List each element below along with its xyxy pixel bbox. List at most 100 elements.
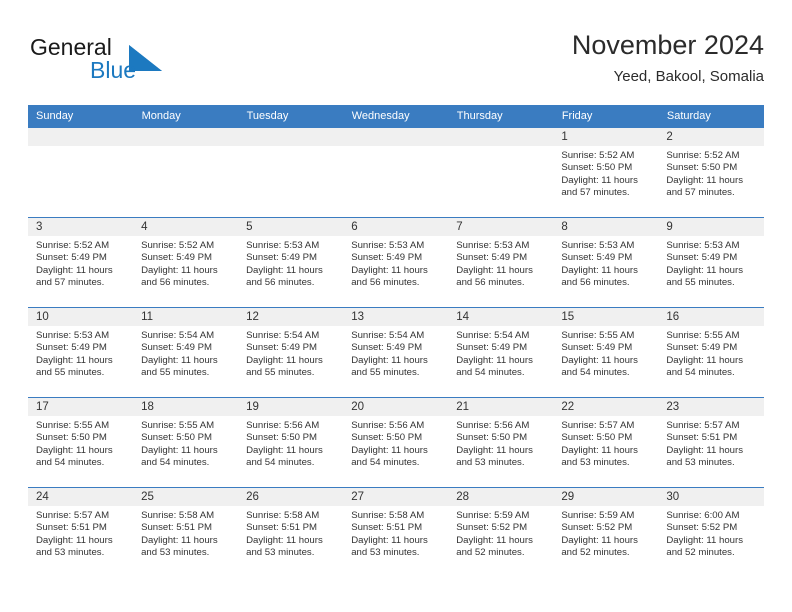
calendar-cell-inner: 16 Sunrise: 5:55 AM Sunset: 5:49 PM Dayligh…: [658, 308, 764, 397]
day-daylight1-text: Daylight: 11 hours: [246, 444, 323, 456]
day-daylight1-text: Daylight: 11 hours: [666, 354, 743, 366]
weekday-header-wednesday: Wednesday: [343, 105, 449, 128]
calendar-day-cell[interactable]: 2 Sunrise: 5:52 AM Sunset: 5:50 PM Daylight…: [658, 127, 764, 218]
calendar-day-cell[interactable]: 10 Sunrise: 5:53 AM Sunset: 5:49 PM Dayligh…: [28, 307, 134, 398]
day-daylight1-text: Daylight: 11 hours: [561, 444, 638, 456]
calendar-day-cell[interactable]: 19 Sunrise: 5:56 AM Sunset: 5:50 PM Dayligh…: [238, 397, 344, 488]
day-details: Sunrise: 5:55 AM Sunset: 5:50 PM Daylight:…: [133, 416, 238, 470]
day-sunset-text: Sunset: 5:52 PM: [456, 522, 528, 534]
calendar-day-cell[interactable]: 16 Sunrise: 5:55 AM Sunset: 5:49 PM Dayligh…: [658, 307, 764, 398]
day-daylight2-text: and 55 minutes.: [666, 277, 735, 289]
calendar-day-cell[interactable]: 17 Sunrise: 5:55 AM Sunset: 5:50 PM Dayligh…: [28, 397, 134, 488]
calendar-day-cell[interactable]: 8 Sunrise: 5:53 AM Sunset: 5:49 PM Daylight…: [553, 217, 659, 308]
day-daylight2-text: and 57 minutes.: [36, 277, 105, 289]
calendar-cell-inner: 19 Sunrise: 5:56 AM Sunset: 5:50 PM Dayligh…: [238, 398, 344, 487]
day-daylight2-text: and 56 minutes.: [561, 277, 630, 289]
day-daylight2-text: and 53 minutes.: [666, 457, 735, 469]
day-daylight2-text: and 55 minutes.: [141, 367, 210, 379]
day-details: Sunrise: 5:53 AM Sunset: 5:49 PM Daylight:…: [28, 326, 133, 380]
day-sunset-text: Sunset: 5:49 PM: [666, 252, 738, 264]
day-sunrise-text: Sunrise: 5:56 AM: [246, 420, 320, 431]
calendar-cell-inner: 13 Sunrise: 5:54 AM Sunset: 5:49 PM Dayligh…: [343, 308, 449, 397]
weekday-header-thursday: Thursday: [448, 105, 554, 128]
calendar-day-cell[interactable]: 20 Sunrise: 5:56 AM Sunset: 5:50 PM Dayligh…: [343, 397, 449, 488]
calendar-day-cell[interactable]: 27 Sunrise: 5:58 AM Sunset: 5:51 PM Dayligh…: [343, 487, 449, 577]
day-number: 25: [133, 488, 239, 506]
day-number: [343, 128, 449, 146]
calendar-day-cell[interactable]: 28 Sunrise: 5:59 AM Sunset: 5:52 PM Dayligh…: [448, 487, 554, 577]
calendar-day-cell[interactable]: 9 Sunrise: 5:53 AM Sunset: 5:49 PM Daylight…: [658, 217, 764, 308]
day-number: 8: [553, 218, 659, 236]
calendar-day-cell[interactable]: 26 Sunrise: 5:58 AM Sunset: 5:51 PM Dayligh…: [238, 487, 344, 577]
day-number: [238, 128, 344, 146]
calendar-cell-inner: 11 Sunrise: 5:54 AM Sunset: 5:49 PM Dayligh…: [133, 308, 239, 397]
calendar-day-cell[interactable]: 11 Sunrise: 5:54 AM Sunset: 5:49 PM Dayligh…: [133, 307, 239, 398]
calendar-grid: Sunday Monday Tuesday Wednesday Thursday…: [28, 105, 765, 577]
calendar-day-cell[interactable]: 29 Sunrise: 5:59 AM Sunset: 5:52 PM Dayligh…: [553, 487, 659, 577]
calendar-day-cell[interactable]: 7 Sunrise: 5:53 AM Sunset: 5:49 PM Daylight…: [448, 217, 554, 308]
day-sunrise-text: Sunrise: 5:55 AM: [36, 420, 110, 431]
day-daylight1-text: Daylight: 11 hours: [246, 264, 323, 276]
day-daylight2-text: and 53 minutes.: [246, 547, 315, 559]
day-number: 29: [553, 488, 659, 506]
day-sunset-text: Sunset: 5:49 PM: [141, 252, 212, 264]
calendar-day-cell[interactable]: 1 Sunrise: 5:52 AM Sunset: 5:50 PM Daylight…: [553, 127, 659, 218]
day-sunrise-text: Sunrise: 5:52 AM: [141, 240, 215, 251]
calendar-day-cell[interactable]: 23 Sunrise: 5:57 AM Sunset: 5:51 PM Dayligh…: [658, 397, 764, 488]
calendar-day-cell[interactable]: 6 Sunrise: 5:53 AM Sunset: 5:49 PM Daylight…: [343, 217, 449, 308]
day-daylight2-text: and 54 minutes.: [36, 457, 105, 469]
day-daylight2-text: and 55 minutes.: [246, 367, 315, 379]
calendar-cell-inner: 24 Sunrise: 5:57 AM Sunset: 5:51 PM Dayligh…: [28, 488, 134, 577]
day-daylight1-text: Daylight: 11 hours: [456, 534, 533, 546]
day-sunrise-text: Sunrise: 5:58 AM: [246, 510, 320, 521]
day-daylight2-text: and 55 minutes.: [36, 367, 105, 379]
day-daylight1-text: Daylight: 11 hours: [141, 534, 218, 546]
calendar-cell-inner: 27 Sunrise: 5:58 AM Sunset: 5:51 PM Dayligh…: [343, 488, 449, 577]
day-daylight1-text: Daylight: 11 hours: [351, 534, 428, 546]
calendar-day-cell[interactable]: 3 Sunrise: 5:52 AM Sunset: 5:49 PM Daylight…: [28, 217, 134, 308]
calendar-day-cell[interactable]: 5 Sunrise: 5:53 AM Sunset: 5:49 PM Daylight…: [238, 217, 344, 308]
day-sunrise-text: Sunrise: 5:59 AM: [561, 510, 635, 521]
day-details: Sunrise: 5:56 AM Sunset: 5:50 PM Daylight:…: [343, 416, 448, 470]
day-daylight2-text: and 53 minutes.: [456, 457, 525, 469]
calendar-day-cell[interactable]: 15 Sunrise: 5:55 AM Sunset: 5:49 PM Dayligh…: [553, 307, 659, 398]
day-number: 13: [343, 308, 449, 326]
day-daylight1-text: Daylight: 11 hours: [141, 444, 218, 456]
calendar-day-cell[interactable]: 13 Sunrise: 5:54 AM Sunset: 5:49 PM Dayligh…: [343, 307, 449, 398]
day-daylight1-text: Daylight: 11 hours: [36, 354, 113, 366]
day-details: Sunrise: 5:53 AM Sunset: 5:49 PM Daylight:…: [238, 236, 343, 290]
calendar-day-cell[interactable]: 21 Sunrise: 5:56 AM Sunset: 5:50 PM Dayligh…: [448, 397, 554, 488]
day-daylight2-text: and 52 minutes.: [666, 547, 735, 559]
calendar-day-cell[interactable]: 25 Sunrise: 5:58 AM Sunset: 5:51 PM Dayligh…: [133, 487, 239, 577]
day-number: 5: [238, 218, 344, 236]
day-sunset-text: Sunset: 5:50 PM: [141, 432, 212, 444]
day-sunset-text: Sunset: 5:50 PM: [561, 162, 633, 174]
day-sunset-text: Sunset: 5:50 PM: [456, 432, 528, 444]
calendar-day-cell[interactable]: 14 Sunrise: 5:54 AM Sunset: 5:49 PM Dayligh…: [448, 307, 554, 398]
day-details: Sunrise: 5:59 AM Sunset: 5:52 PM Daylight:…: [553, 506, 658, 560]
day-sunrise-text: Sunrise: 5:59 AM: [456, 510, 530, 521]
day-details: Sunrise: 5:53 AM Sunset: 5:49 PM Daylight:…: [553, 236, 658, 290]
day-number: 7: [448, 218, 554, 236]
day-sunrise-text: Sunrise: 5:56 AM: [351, 420, 425, 431]
day-number: 18: [133, 398, 239, 416]
day-daylight1-text: Daylight: 11 hours: [246, 354, 323, 366]
brand-logo[interactable]: General Blue: [28, 32, 238, 92]
calendar-day-cell[interactable]: 24 Sunrise: 5:57 AM Sunset: 5:51 PM Dayligh…: [28, 487, 134, 577]
day-number: 27: [343, 488, 449, 506]
weekday-header-monday: Monday: [133, 105, 239, 128]
day-daylight1-text: Daylight: 11 hours: [351, 264, 428, 276]
day-sunset-text: Sunset: 5:49 PM: [36, 342, 107, 354]
day-daylight1-text: Daylight: 11 hours: [561, 264, 638, 276]
day-daylight2-text: and 56 minutes.: [246, 277, 315, 289]
day-sunset-text: Sunset: 5:50 PM: [246, 432, 318, 444]
calendar-day-cell[interactable]: 18 Sunrise: 5:55 AM Sunset: 5:50 PM Dayligh…: [133, 397, 239, 488]
calendar-day-cell[interactable]: 22 Sunrise: 5:57 AM Sunset: 5:50 PM Dayligh…: [553, 397, 659, 488]
calendar-day-cell[interactable]: 12 Sunrise: 5:54 AM Sunset: 5:49 PM Dayligh…: [238, 307, 344, 398]
calendar-cell-inner: 8 Sunrise: 5:53 AM Sunset: 5:49 PM Daylight…: [553, 218, 659, 307]
calendar-day-cell[interactable]: 4 Sunrise: 5:52 AM Sunset: 5:49 PM Daylight…: [133, 217, 239, 308]
calendar-day-cell[interactable]: 30 Sunrise: 6:00 AM Sunset: 5:52 PM Dayligh…: [658, 487, 764, 577]
day-number: [133, 128, 239, 146]
day-number: 10: [28, 308, 134, 326]
calendar-cell-inner: 30 Sunrise: 6:00 AM Sunset: 5:52 PM Dayligh…: [658, 488, 764, 577]
